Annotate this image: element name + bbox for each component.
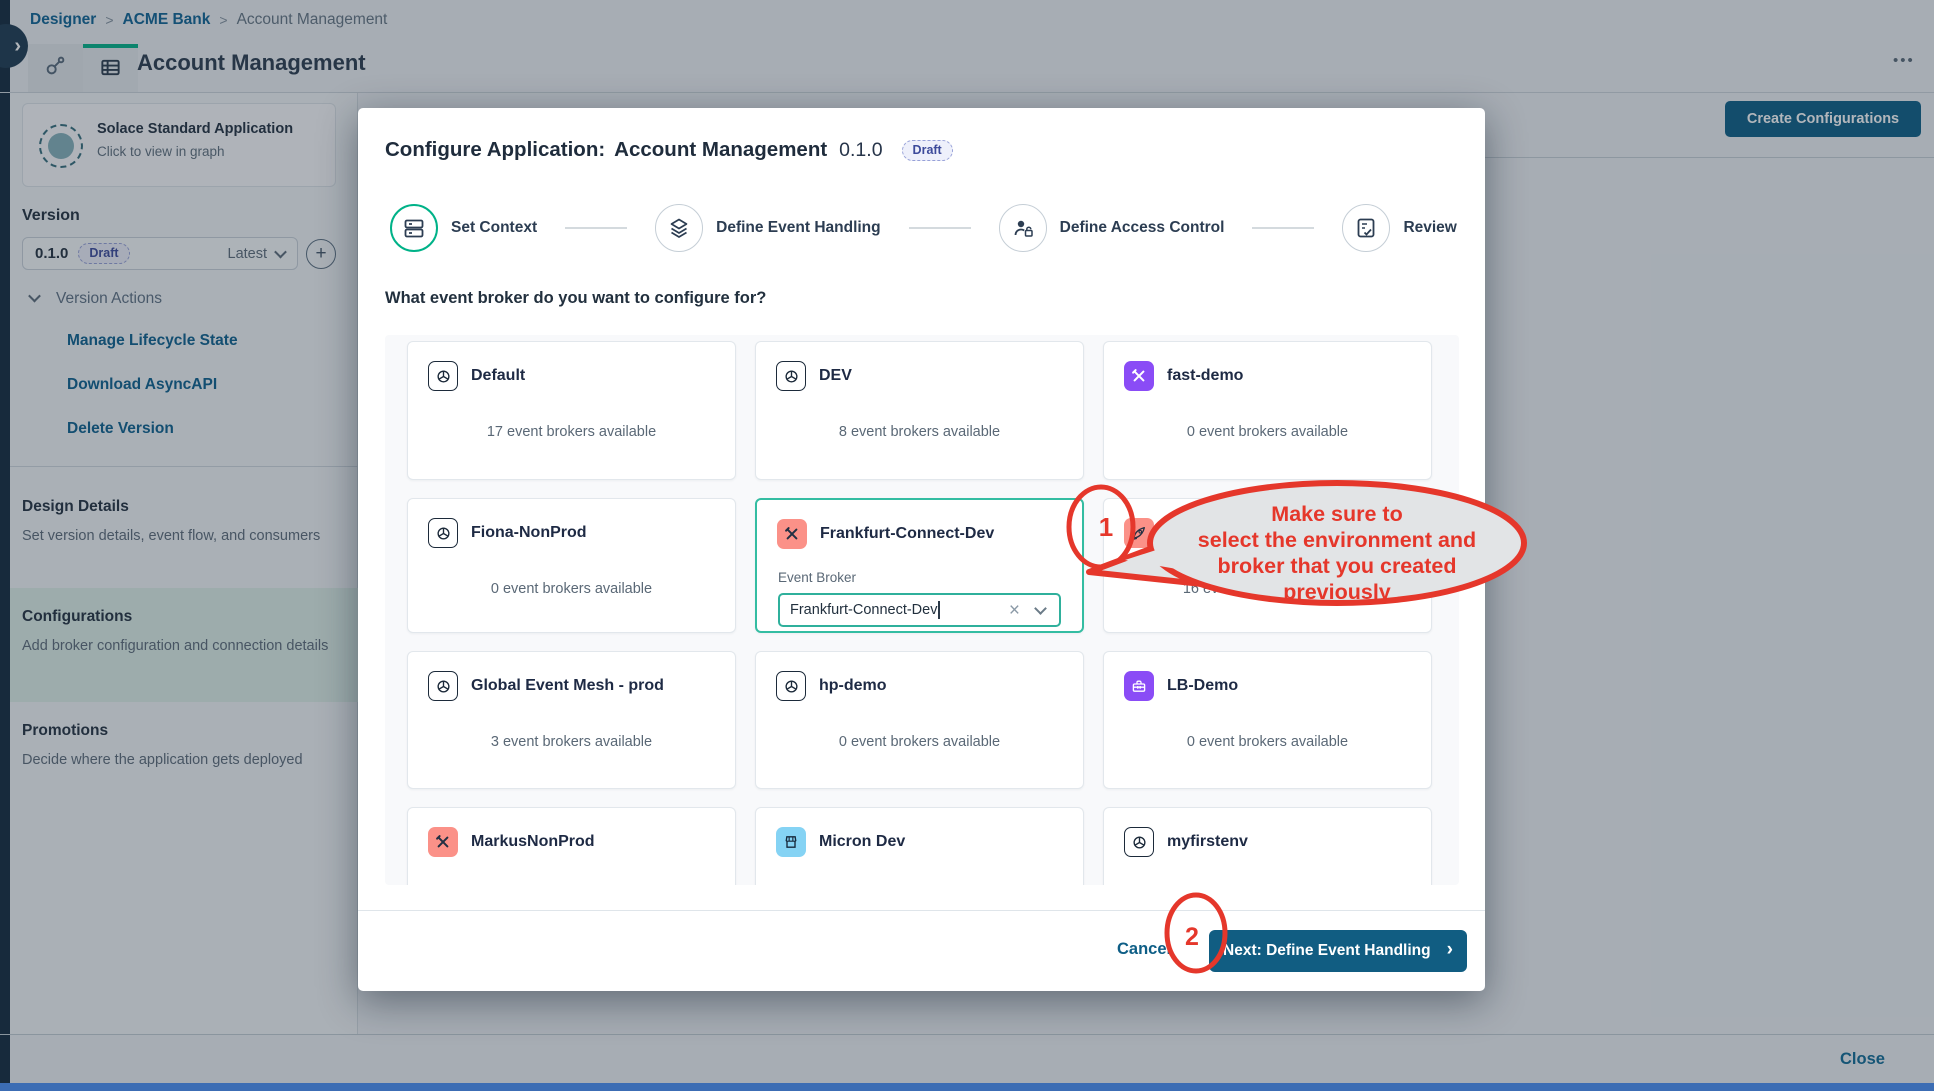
step-label: Set Context <box>451 219 537 237</box>
clear-icon[interactable]: × <box>1009 601 1020 620</box>
review-icon <box>1354 216 1378 240</box>
env-card-title: hp-demo <box>819 677 887 695</box>
environment-icon <box>428 518 458 548</box>
tools-icon <box>777 519 807 549</box>
env-card-fast-demo[interactable]: fast-demo 0 event brokers available <box>1103 341 1432 480</box>
text-cursor <box>938 601 940 619</box>
environment-card-grid: Default 17 event brokers available DEV 8 ev… <box>385 335 1459 885</box>
environment-icon <box>776 361 806 391</box>
env-card-broker-count: 16 event brokers available <box>1104 581 1431 597</box>
env-card-title: LB-Demo <box>1167 677 1238 695</box>
env-card-dev[interactable]: DEV 8 event brokers available <box>755 341 1084 480</box>
next-button-label: Next: Define Event Handling <box>1223 942 1431 960</box>
step-label: Define Event Handling <box>716 219 881 237</box>
environment-icon <box>428 671 458 701</box>
step-label: Define Access Control <box>1060 219 1225 237</box>
env-card-broker-count: 0 event brokers available <box>756 734 1083 750</box>
env-card-broker-count: 0 event brokers available <box>1104 734 1431 750</box>
step-circle <box>390 204 438 252</box>
access-control-icon <box>1011 216 1035 240</box>
env-card-lb-demo[interactable]: LB-Demo 0 event brokers available <box>1103 651 1432 789</box>
env-card-title: Micron Dev <box>819 833 905 851</box>
env-card-markusnonprod[interactable]: MarkusNonProd <box>407 807 736 885</box>
tools-icon <box>428 827 458 857</box>
configure-application-modal: Configure Application: Account Managemen… <box>358 108 1485 991</box>
env-card-micron-dev[interactable]: Micron Dev <box>755 807 1084 885</box>
env-card-title: Default <box>471 367 525 385</box>
event-broker-combobox[interactable]: Frankfurt-Connect-Dev × <box>778 593 1061 627</box>
env-card-broker-count: 0 event brokers available <box>1104 424 1431 440</box>
modal-title: Configure Application: Account Managemen… <box>385 138 953 162</box>
step-review: Review <box>1342 204 1456 252</box>
env-card-title: myfirstenv <box>1167 833 1248 851</box>
env-card-broker-count: 3 event brokers available <box>408 734 735 750</box>
cancel-button[interactable]: Cancel <box>1117 940 1171 959</box>
env-card-broker-count: 8 event brokers available <box>756 424 1083 440</box>
step-define-event-handling: Define Event Handling <box>655 204 881 252</box>
environment-icon <box>1124 827 1154 857</box>
env-card-myfirstenv[interactable]: myfirstenv <box>1103 807 1432 885</box>
env-card-broker-count: 0 event brokers available <box>408 581 735 597</box>
event-broker-label: Event Broker <box>778 570 1082 585</box>
step-set-context: Set Context <box>390 204 537 252</box>
env-card-title: fast-demo <box>1167 367 1243 385</box>
env-card-global-event-mesh-prod[interactable]: Global Event Mesh - prod 3 event brokers … <box>407 651 736 789</box>
storefront-icon <box>776 827 806 857</box>
step-circle <box>999 204 1047 252</box>
layers-icon <box>667 216 691 240</box>
env-card-hidden[interactable]: 16 event brokers available <box>1103 498 1432 633</box>
modal-title-version: 0.1.0 <box>839 139 882 162</box>
env-card-title: MarkusNonProd <box>471 833 595 851</box>
env-card-fiona-nonprod[interactable]: Fiona-NonProd 0 event brokers available <box>407 498 736 633</box>
context-icon <box>402 216 426 240</box>
event-broker-value: Frankfurt-Connect-Dev <box>790 602 937 618</box>
broker-question: What event broker do you want to configu… <box>385 289 766 308</box>
step-connector <box>1252 227 1314 229</box>
env-card-broker-count: 17 event brokers available <box>408 424 735 440</box>
toolbox-icon <box>1124 671 1154 701</box>
chevron-down-icon[interactable] <box>1034 602 1047 615</box>
step-connector <box>565 227 627 229</box>
step-define-access-control: Define Access Control <box>999 204 1225 252</box>
draft-badge: Draft <box>902 140 953 161</box>
step-label: Review <box>1403 219 1456 237</box>
env-card-default[interactable]: Default 17 event brokers available <box>407 341 736 480</box>
env-card-title: DEV <box>819 367 852 385</box>
wizard-stepper: Set Context Define Event Handling Define A… <box>390 200 1457 256</box>
next-define-event-handling-button[interactable]: Next: Define Event Handling › <box>1209 930 1467 972</box>
env-card-title: Global Event Mesh - prod <box>471 677 664 695</box>
environment-icon <box>776 671 806 701</box>
env-card-title: Fiona-NonProd <box>471 524 587 542</box>
env-card-hp-demo[interactable]: hp-demo 0 event brokers available <box>755 651 1084 789</box>
environment-icon <box>428 361 458 391</box>
modal-title-app-name: Account Management <box>614 138 827 162</box>
rocket-icon <box>1124 518 1154 548</box>
step-circle <box>655 204 703 252</box>
app-screen: › Designer > ACME Bank > Account Managem… <box>0 0 1934 1091</box>
step-circle <box>1342 204 1390 252</box>
env-card-title: Frankfurt-Connect-Dev <box>820 525 994 543</box>
step-connector <box>909 227 971 229</box>
env-card-frankfurt-connect-dev[interactable]: Frankfurt-Connect-Dev Event Broker Frankfu… <box>755 498 1084 633</box>
modal-title-prefix: Configure Application: <box>385 138 605 162</box>
chevron-right-icon: › <box>1447 939 1453 961</box>
tools-icon <box>1124 361 1154 391</box>
modal-footer-divider <box>358 910 1485 911</box>
